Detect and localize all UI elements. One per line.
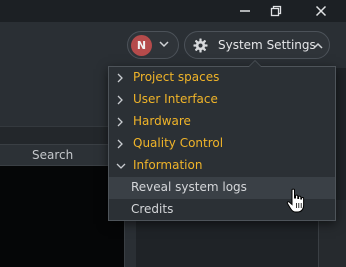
menu-section-label: User Interface [133,92,218,106]
chevron-right-icon [117,95,123,105]
menu-item-label: Reveal system logs [131,180,247,194]
gear-icon [193,38,208,53]
chevron-right-icon [117,117,123,127]
close-button[interactable] [304,0,338,22]
chevron-right-icon [117,139,123,149]
menu-section-label: Quality Control [133,136,224,150]
system-settings-label: System Settings [218,38,316,52]
menu-section-project-spaces[interactable]: Project spaces [109,67,335,89]
minimize-button[interactable] [228,0,262,22]
chevron-down-icon [116,163,126,169]
avatar: N [131,35,152,56]
close-icon [315,5,327,17]
user-menu-button[interactable]: N [127,31,179,59]
system-settings-button[interactable]: System Settings [184,31,330,59]
title-bar [0,0,346,22]
left-panel-header [0,68,124,126]
minimize-icon [240,10,250,12]
hand-cursor-icon [286,188,305,213]
chevron-right-icon [117,73,123,83]
restore-button[interactable] [259,0,293,22]
menu-section-label: Project spaces [133,70,220,84]
menu-section-quality-control[interactable]: Quality Control [109,133,335,155]
preview-viewport [0,166,124,267]
restore-icon [270,5,282,17]
search-label: Search [32,148,74,162]
menu-section-label: Hardware [133,114,191,128]
chevron-up-icon [313,42,323,49]
menu-item-label: Credits [131,202,174,216]
menu-section-label: Information [133,158,203,172]
menu-section-information[interactable]: Information [109,155,335,177]
chevron-down-icon [159,41,169,48]
menu-section-hardware[interactable]: Hardware [109,111,335,133]
left-panel-toolbar [0,126,124,144]
search-column-header[interactable]: Search [0,144,124,166]
menu-section-user-interface[interactable]: User Interface [109,89,335,111]
